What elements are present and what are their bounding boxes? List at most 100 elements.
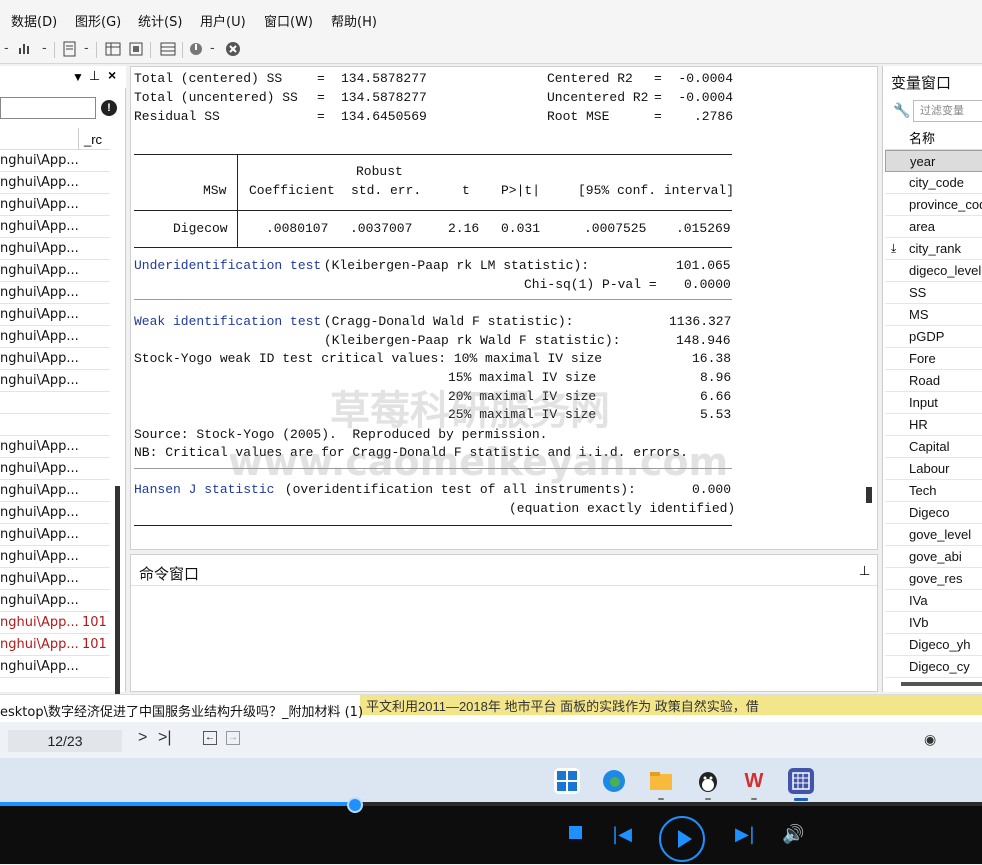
history-row[interactable]: nghui\App... xyxy=(0,524,110,546)
dropdown-arrow-icon[interactable]: - xyxy=(42,41,47,57)
variable-item[interactable]: Digeco_yh xyxy=(885,634,982,656)
history-row[interactable] xyxy=(0,392,110,414)
history-row[interactable] xyxy=(0,414,110,436)
variable-item[interactable]: city_code xyxy=(885,172,982,194)
variable-item[interactable]: digeco_level xyxy=(885,260,982,282)
data-editor-icon[interactable] xyxy=(105,41,121,57)
menu-user[interactable]: 用户(U) xyxy=(200,11,246,30)
history-row[interactable]: nghui\App... xyxy=(0,348,110,370)
history-row[interactable]: nghui\App... 101 xyxy=(0,612,110,634)
page-number-input[interactable]: 12/23 xyxy=(8,730,122,752)
dropdown-arrow-icon[interactable]: - xyxy=(4,41,9,57)
history-row[interactable]: nghui\App... xyxy=(0,260,110,282)
last-page-icon[interactable]: >| xyxy=(158,729,172,747)
variables-manager-icon[interactable] xyxy=(160,41,176,57)
variable-item[interactable]: IVb xyxy=(885,612,982,634)
variable-item[interactable]: MS xyxy=(885,304,982,326)
history-row[interactable]: nghui\App... xyxy=(0,502,110,524)
history-row[interactable]: nghui\App... xyxy=(0,546,110,568)
file-explorer-icon[interactable] xyxy=(648,768,674,794)
edge-browser-icon[interactable] xyxy=(601,768,627,794)
stata-icon[interactable] xyxy=(788,768,814,794)
close-icon[interactable]: × xyxy=(108,67,116,83)
volume-icon[interactable]: 🔊 xyxy=(782,824,804,845)
history-row[interactable]: nghui\App... xyxy=(0,370,110,392)
variable-item[interactable]: gove_level xyxy=(885,524,982,546)
variable-item[interactable]: year xyxy=(885,150,982,172)
menu-window[interactable]: 窗口(W) xyxy=(264,11,313,30)
variable-name-header[interactable]: 名称 xyxy=(885,128,982,150)
history-row[interactable]: nghui\App... xyxy=(0,436,110,458)
history-row[interactable]: nghui\App... xyxy=(0,150,110,172)
filter-icon[interactable]: ▼ xyxy=(72,70,84,84)
next-page-icon[interactable]: > xyxy=(138,729,147,747)
history-command: nghui\App... xyxy=(0,527,79,542)
menu-data[interactable]: 数据(D) xyxy=(11,11,57,30)
forward-icon[interactable]: → xyxy=(226,731,240,745)
history-search-input[interactable] xyxy=(0,97,96,119)
variable-item[interactable]: Tech xyxy=(885,480,982,502)
rc-column-header[interactable]: _rc xyxy=(84,132,102,147)
history-row[interactable]: nghui\App... xyxy=(0,304,110,326)
menu-statistics[interactable]: 统计(S) xyxy=(138,11,182,30)
more-icon[interactable] xyxy=(188,41,204,57)
variable-item[interactable]: Fore xyxy=(885,348,982,370)
history-row[interactable]: nghui\App... xyxy=(0,238,110,260)
wps-icon[interactable]: W xyxy=(741,768,767,794)
dropdown-arrow-icon[interactable]: - xyxy=(84,41,89,57)
info-icon[interactable]: ! xyxy=(101,100,117,116)
variable-item[interactable]: Input xyxy=(885,392,982,414)
variables-hscrollbar[interactable] xyxy=(901,682,982,686)
underid-title[interactable]: Underidentification test xyxy=(134,258,321,274)
command-window[interactable]: 命令窗口 ⊥ xyxy=(130,554,878,692)
hansen-title[interactable]: Hansen J statistic xyxy=(134,482,274,498)
variable-item[interactable]: Road xyxy=(885,370,982,392)
variable-item[interactable]: pGDP xyxy=(885,326,982,348)
history-row[interactable]: nghui\App... xyxy=(0,458,110,480)
history-row[interactable]: nghui\App... xyxy=(0,282,110,304)
variable-item[interactable]: gove_abi xyxy=(885,546,982,568)
history-row[interactable]: nghui\App... xyxy=(0,216,110,238)
history-row[interactable]: nghui\App... xyxy=(0,326,110,348)
eye-icon[interactable]: ◉ xyxy=(924,731,936,748)
variable-item[interactable]: area xyxy=(885,216,982,238)
history-row[interactable]: nghui\App... xyxy=(0,590,110,612)
variable-item[interactable]: Digeco_cy xyxy=(885,656,982,678)
pin-icon[interactable]: ⊥ xyxy=(89,68,100,84)
results-scrollbar[interactable] xyxy=(866,487,872,503)
variable-item[interactable]: HR xyxy=(885,414,982,436)
history-row[interactable]: nghui\App... xyxy=(0,194,110,216)
history-row[interactable]: nghui\App... xyxy=(0,568,110,590)
menu-help[interactable]: 帮助(H) xyxy=(331,11,377,30)
break-icon[interactable] xyxy=(225,41,241,57)
variable-filter-input[interactable]: 过滤变量 xyxy=(913,100,982,122)
variable-item[interactable]: SS xyxy=(885,282,982,304)
windows-start-icon[interactable] xyxy=(554,768,580,794)
variable-item[interactable]: city_rank xyxy=(885,238,982,260)
history-row[interactable]: nghui\App... 101 xyxy=(0,634,110,656)
wrench-icon[interactable]: 🔧 xyxy=(893,102,910,119)
variable-item[interactable]: Labour xyxy=(885,458,982,480)
variable-item[interactable]: gove_res xyxy=(885,568,982,590)
variable-item[interactable]: Digeco xyxy=(885,502,982,524)
variable-item[interactable]: Capital xyxy=(885,436,982,458)
history-row[interactable]: nghui\App... xyxy=(0,172,110,194)
variable-item[interactable]: province_code xyxy=(885,194,982,216)
history-row[interactable]: nghui\App... xyxy=(0,480,110,502)
previous-icon[interactable]: |◀ xyxy=(612,824,632,845)
graph-icon[interactable] xyxy=(18,41,32,57)
pin-icon[interactable]: ⊥ xyxy=(859,563,870,579)
do-file-editor-icon[interactable] xyxy=(62,41,78,57)
data-browser-icon[interactable] xyxy=(128,41,144,57)
weakid-title[interactable]: Weak identification test xyxy=(134,314,321,330)
menu-graphics[interactable]: 图形(G) xyxy=(75,11,121,30)
dropdown-arrow-icon[interactable]: - xyxy=(210,41,215,57)
back-icon[interactable]: ← xyxy=(203,731,217,745)
variable-item[interactable]: IVa xyxy=(885,590,982,612)
stop-icon[interactable] xyxy=(569,826,582,839)
video-progress-knob[interactable] xyxy=(347,797,363,813)
next-icon[interactable]: ▶| xyxy=(735,824,755,845)
play-button[interactable] xyxy=(659,816,705,862)
history-row[interactable]: nghui\App... xyxy=(0,656,110,678)
qq-icon[interactable] xyxy=(695,768,721,794)
